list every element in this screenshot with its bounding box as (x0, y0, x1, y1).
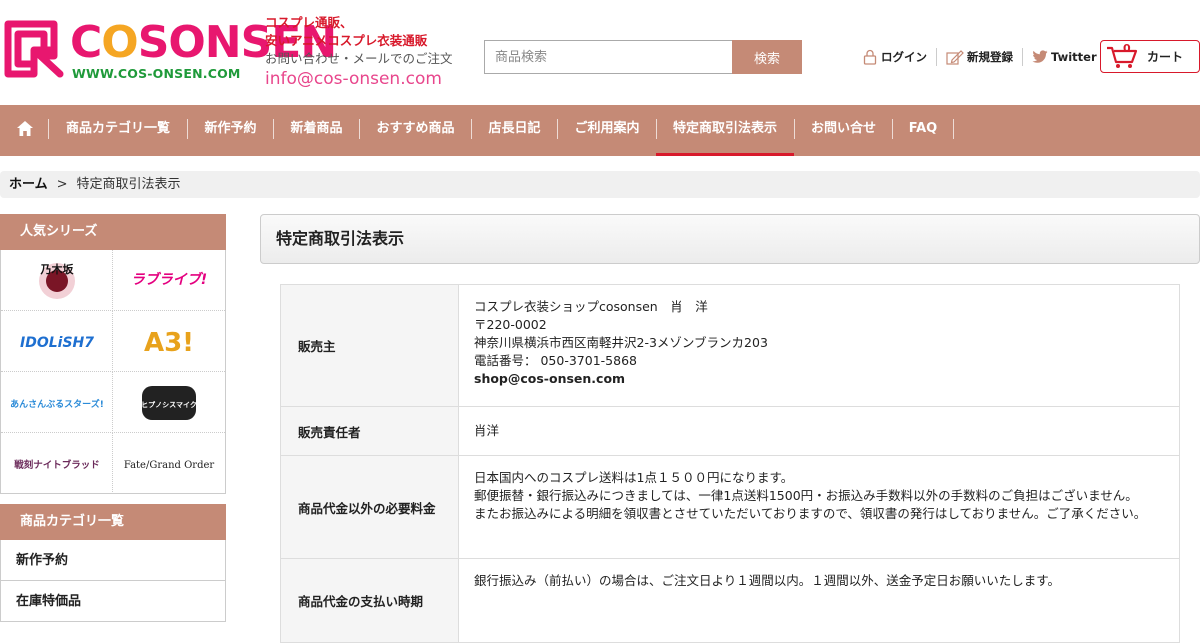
series-banner[interactable]: あんさんぶるスターズ! (1, 372, 113, 433)
home-icon (17, 121, 33, 136)
series-banner[interactable]: ラブライブ! (113, 250, 225, 311)
cart-button[interactable]: 0 カート (1100, 40, 1200, 73)
tagline-line3: お問い合わせ・メールでのご注文 (265, 51, 453, 66)
nav-contact[interactable]: お問い合せ (795, 105, 892, 156)
series-logo-hypnosis-mic: ヒプノシスマイク (141, 385, 197, 420)
breadcrumb-current: 特定商取引法表示 (76, 177, 181, 192)
series-row: 戦刻ナイトブラッド Fate/Grand Order (1, 433, 225, 494)
row-text-line: 〒220-0002 (474, 317, 547, 332)
search-form: 検索 (484, 40, 802, 74)
series-logo-lovelive: ラブライブ! (131, 271, 207, 288)
contact-email[interactable]: info@cos-onsen.com (265, 68, 475, 90)
series-banner[interactable]: 乃木坂 (1, 250, 113, 311)
nav-guide[interactable]: ご利用案内 (558, 105, 656, 156)
header-tagline: コスプレ通販、 安いアニメコスプレ衣装通販 お問い合わせ・メールでのご注文 in… (265, 14, 475, 90)
site-header: COSONSEN WWW.COS-ONSEN.COM コスプレ通販、 安いアニメ… (0, 0, 1200, 105)
svg-text:IDOLiSH7: IDOLiSH7 (20, 335, 94, 351)
series-logo-senkoku: 戦刻ナイトブラッド (14, 459, 100, 471)
nav-categories[interactable]: 商品カテゴリ一覧 (49, 105, 187, 156)
row-text-line: 日本国内へのコスプレ送料は1点１５００円になります。 (474, 470, 794, 485)
category-item[interactable]: 在庫特価品 (1, 581, 225, 622)
category-list: 新作予約 在庫特価品 (0, 540, 226, 622)
row-text-line: 郵便振替・銀行振込みにつきましては、一律1点送料1500円・お振込み手数料以外の… (474, 488, 1138, 503)
tagline-line1: コスプレ通販、 (265, 15, 353, 30)
page-title: 特定商取引法表示 (260, 214, 1200, 264)
register-link[interactable]: 新規登録 (937, 48, 1023, 66)
series-row: 乃木坂 ラブライブ! (1, 250, 225, 311)
svg-text:ヒプノシスマイク: ヒプノシスマイク (141, 400, 197, 409)
header-links: ログイン 新規登録 Twitter (862, 47, 1106, 67)
series-logo-nogizaka: 乃木坂 (38, 262, 75, 299)
svg-text:あんさんぶるスターズ!: あんさんぶるスターズ! (10, 398, 104, 410)
legal-info-table: 販売主 コスプレ衣装ショップcosonsen 肖 洋 〒220-0002 神奈川… (280, 284, 1180, 643)
nav-faq[interactable]: FAQ (893, 105, 953, 156)
svg-text:A3!: A3! (144, 328, 194, 358)
breadcrumb-separator: > (56, 177, 68, 192)
twitter-link[interactable]: Twitter (1023, 48, 1106, 66)
nav-preorder[interactable]: 新作予約 (188, 105, 273, 156)
row-label: 商品代金以外の必要料金 (280, 455, 459, 559)
series-banner[interactable]: ヒプノシスマイク (113, 372, 225, 433)
row-value: 日本国内へのコスプレ送料は1点１５００円になります。 郵便振替・銀行振込みにつき… (458, 455, 1180, 559)
site-logo[interactable]: COSONSEN WWW.COS-ONSEN.COM (4, 18, 337, 82)
tagline-line2: 安いアニメコスプレ衣装通販 (265, 33, 428, 48)
logo-url: WWW.COS-ONSEN.COM (72, 66, 241, 81)
search-input[interactable] (484, 40, 733, 74)
row-text-line: 肖洋 (474, 423, 500, 438)
row-text-line: 電話番号： 050-3701-5868 (474, 353, 637, 368)
nav-recommended[interactable]: おすすめ商品 (360, 105, 471, 156)
series-banner[interactable]: A3! (113, 311, 225, 372)
row-value: コスプレ衣装ショップcosonsen 肖 洋 〒220-0002 神奈川県横浜市… (458, 284, 1180, 407)
login-link[interactable]: ログイン (862, 48, 937, 66)
series-logo-ensemble-stars: あんさんぶるスターズ! (10, 398, 104, 410)
series-banner[interactable]: Fate/Grand Order (113, 433, 225, 494)
row-value: 肖洋 (458, 406, 1180, 456)
svg-text:ラブライブ!: ラブライブ! (131, 271, 207, 288)
row-label: 販売主 (280, 284, 459, 407)
svg-text:Fate/Grand Order: Fate/Grand Order (124, 460, 215, 471)
category-item[interactable]: 新作予約 (1, 540, 225, 581)
series-row: あんさんぶるスターズ! ヒプノシスマイク (1, 372, 225, 433)
series-banner[interactable]: 戦刻ナイトブラッド (1, 433, 113, 494)
series-grid: 乃木坂 ラブライブ! IDOLiSH7 A3! あんさんぶるスターズ! ヒプノシ… (0, 250, 226, 494)
breadcrumb-home[interactable]: ホーム (9, 177, 48, 192)
nav-legal[interactable]: 特定商取引法表示 (656, 105, 794, 156)
cart-count: 0 (1123, 42, 1131, 55)
series-logo-fgo: Fate/Grand Order (124, 460, 215, 471)
series-logo-a3: A3! (144, 328, 194, 358)
series-heading: 人気シリーズ (0, 214, 226, 250)
shop-email[interactable]: shop@cos-onsen.com (474, 370, 1164, 388)
nav-new-items[interactable]: 新着商品 (274, 105, 359, 156)
series-banner[interactable]: IDOLiSH7 (1, 311, 113, 372)
nav-diary[interactable]: 店長日記 (472, 105, 557, 156)
row-text-line: 銀行振込み（前払い）の場合は、ご注文日より１週間以内。１週間以外、送金予定日お願… (474, 573, 1061, 588)
row-text-line: コスプレ衣装ショップcosonsen 肖 洋 (474, 299, 708, 314)
category-heading: 商品カテゴリ一覧 (0, 504, 226, 540)
row-label: 販売責任者 (280, 406, 459, 456)
cart-label: カート (1147, 50, 1184, 64)
row-text-line: 神奈川県横浜市西区南軽井沢2-3メゾンブランカ203 (474, 335, 768, 350)
series-row: IDOLiSH7 A3! (1, 311, 225, 372)
table-row: 販売責任者 肖洋 (280, 406, 1180, 456)
search-button[interactable]: 検索 (732, 40, 802, 74)
cart-icon (1107, 46, 1138, 68)
nav-separator (953, 119, 954, 139)
main-nav: 商品カテゴリ一覧 新作予約 新着商品 おすすめ商品 店長日記 ご利用案内 特定商… (0, 105, 1200, 156)
logo-mark-icon (4, 20, 64, 78)
svg-text:戦刻ナイトブラッド: 戦刻ナイトブラッド (14, 459, 100, 471)
table-row: 販売主 コスプレ衣装ショップcosonsen 肖 洋 〒220-0002 神奈川… (280, 284, 1180, 407)
breadcrumb: ホーム > 特定商取引法表示 (0, 171, 1200, 198)
table-row: 商品代金以外の必要料金 日本国内へのコスプレ送料は1点１５００円になります。 郵… (280, 455, 1180, 559)
series-logo-idolish7: IDOLiSH7 (20, 335, 94, 351)
nav-home[interactable] (8, 105, 42, 156)
twitter-bird-icon (1032, 50, 1048, 63)
lock-icon (863, 49, 877, 65)
svg-text:乃木坂: 乃木坂 (39, 262, 74, 276)
pen-paper-icon (946, 50, 964, 65)
row-text-line: またお振込みによる明細を領収書とさせていただいておりますので、領収書の発行はして… (474, 506, 1147, 521)
